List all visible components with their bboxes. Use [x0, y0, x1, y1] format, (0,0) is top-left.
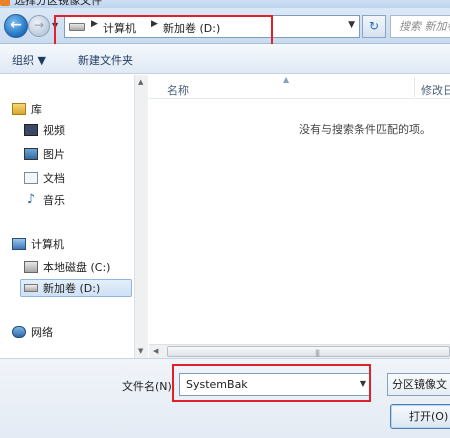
column-divider[interactable]: [414, 77, 415, 97]
navigation-pane: 库 视频 图片 文档 ♪ 音乐 计算机 本地磁盘 (C:) 新加卷 (D:) 网…: [0, 75, 148, 358]
search-input[interactable]: 搜索 新加卷 (D:): [390, 15, 450, 38]
filename-highlight-box: [172, 364, 371, 402]
nav-item-local-disk[interactable]: 本地磁盘 (C:): [24, 258, 110, 276]
nav-item-library[interactable]: 库: [12, 100, 42, 118]
pictures-icon: [24, 148, 38, 160]
grip-icon: |||: [315, 349, 320, 357]
scroll-up-icon[interactable]: ▲: [138, 78, 143, 86]
column-modified[interactable]: 修改日: [421, 82, 450, 98]
nav-item-video[interactable]: 视频: [24, 121, 65, 139]
documents-icon: [24, 172, 38, 184]
video-icon: [24, 124, 38, 136]
computer-icon: [12, 238, 26, 250]
nav-item-new-volume[interactable]: 新加卷 (D:): [20, 279, 132, 297]
window-title: 选择分区镜像文件: [14, 0, 102, 7]
library-icon: [12, 103, 26, 115]
column-name[interactable]: 名称: [167, 82, 189, 98]
app-icon: [0, 0, 10, 6]
navigation-pane-scrollbar[interactable]: ▲ ▼: [134, 75, 148, 358]
column-header-row: 名称 ▲ 修改日: [149, 75, 450, 99]
nav-item-music[interactable]: ♪ 音乐: [24, 191, 65, 209]
music-icon: ♪: [26, 192, 36, 207]
sort-arrow-icon: ▲: [283, 75, 290, 84]
forward-button[interactable]: →: [28, 15, 50, 37]
file-list[interactable]: 名称 ▲ 修改日 没有与搜索条件匹配的项。: [149, 75, 450, 358]
refresh-icon: ↻: [368, 19, 380, 33]
filename-label: 文件名(N):: [122, 380, 176, 393]
arrow-left-icon: ←: [10, 17, 22, 33]
navigation-bar: ← → ▼ ▶ 计算机 ▶ 新加卷 (D:) ▼ ↻ 搜索 新加卷 (D:): [0, 8, 450, 49]
open-button[interactable]: 打开(O): [390, 404, 450, 429]
file-name-area: 文件名(N): SystemBak ▼ 分区镜像文 打开(O): [0, 358, 450, 438]
nav-item-network[interactable]: 网络: [12, 323, 53, 341]
horizontal-scrollbar[interactable]: ◀ |||: [149, 344, 450, 358]
empty-results-message: 没有与搜索条件匹配的项。: [299, 123, 431, 136]
scrollbar-thumb[interactable]: |||: [167, 346, 450, 357]
scroll-left-icon[interactable]: ◀: [153, 347, 158, 355]
organize-button[interactable]: 组织 ▼: [12, 52, 46, 68]
title-bar: 选择分区镜像文件: [0, 0, 450, 8]
nav-item-documents[interactable]: 文档: [24, 169, 65, 187]
command-toolbar: 组织 ▼ 新建文件夹: [0, 44, 450, 74]
back-button[interactable]: ←: [4, 14, 28, 38]
refresh-button[interactable]: ↻: [362, 15, 386, 38]
new-folder-button[interactable]: 新建文件夹: [78, 52, 133, 68]
nav-item-computer[interactable]: 计算机: [12, 235, 64, 253]
address-dropdown-icon[interactable]: ▼: [348, 20, 355, 30]
network-icon: [12, 326, 26, 338]
local-disk-icon: [24, 261, 38, 273]
file-type-select[interactable]: 分区镜像文: [387, 373, 450, 396]
drive-icon: [24, 284, 38, 292]
arrow-right-icon: →: [33, 18, 45, 32]
nav-item-pictures[interactable]: 图片: [24, 145, 65, 163]
scroll-down-icon[interactable]: ▼: [138, 347, 143, 355]
